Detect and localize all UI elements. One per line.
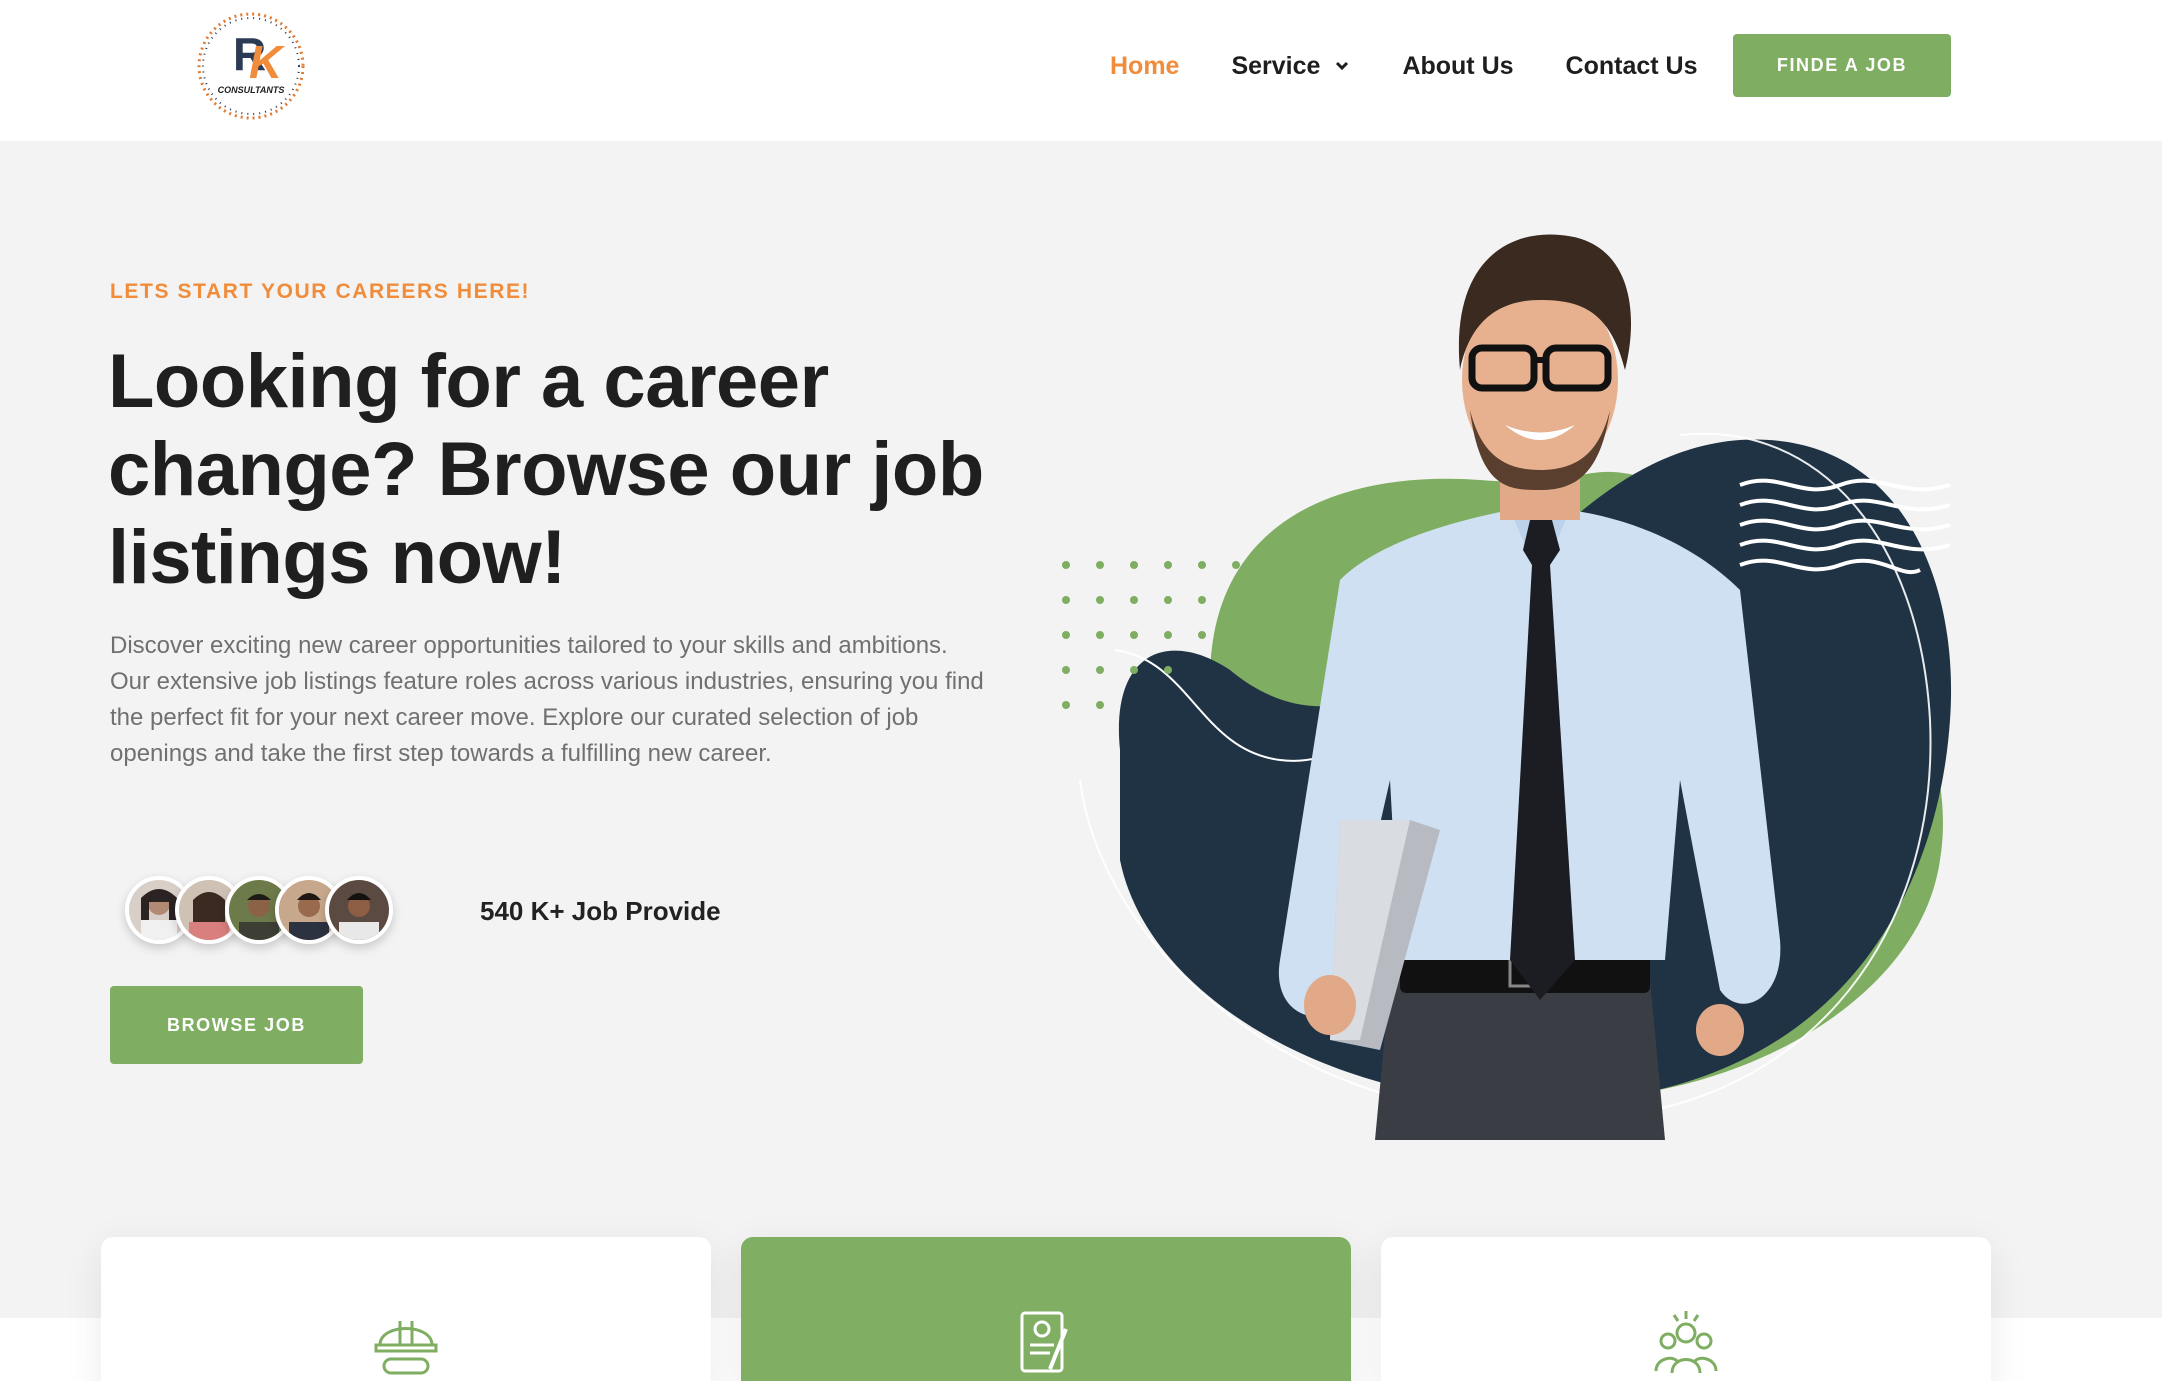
hero-title: Looking for a career change? Browse our …: [108, 339, 984, 600]
resume-document-icon: [1020, 1311, 1068, 1373]
chevron-down-icon: [1336, 61, 1349, 71]
find-job-button[interactable]: FINDE A JOB: [1733, 34, 1951, 97]
main-nav: Home Service About Us Contact Us: [1110, 0, 1750, 132]
user-avatars: [125, 876, 405, 946]
team-people-icon: [1654, 1311, 1718, 1374]
hero-illustration: [1040, 220, 1970, 1140]
nav-about-label: About Us: [1402, 51, 1514, 80]
company-logo[interactable]: R K CONSULTANTS: [193, 8, 309, 124]
service-card-resume[interactable]: [741, 1237, 1351, 1381]
nav-service-label: Service: [1231, 51, 1321, 80]
avatar: [325, 876, 393, 944]
service-card-safety[interactable]: [101, 1237, 711, 1381]
nav-contact-label: Contact Us: [1565, 51, 1698, 80]
hero-description: Discover exciting new career opportuniti…: [110, 632, 984, 767]
nav-service[interactable]: Service: [1231, 52, 1350, 81]
svg-text:K: K: [249, 36, 285, 88]
svg-text:CONSULTANTS: CONSULTANTS: [218, 85, 285, 95]
site-header: R K CONSULTANTS Home Service About Us Co…: [0, 0, 2162, 141]
hero-eyebrow: LETS START YOUR CAREERS HERE!: [110, 280, 531, 303]
nav-about[interactable]: About Us: [1402, 52, 1513, 81]
nav-home-label: Home: [1110, 51, 1180, 80]
service-card-team[interactable]: [1381, 1237, 1991, 1381]
nav-home[interactable]: Home: [1110, 52, 1179, 81]
job-count-text: 540 K+ Job Provide: [480, 896, 721, 926]
nav-contact[interactable]: Contact Us: [1566, 52, 1698, 81]
browse-job-button[interactable]: BROWSE JOB: [110, 986, 363, 1064]
safety-helmet-icon: [374, 1321, 438, 1375]
